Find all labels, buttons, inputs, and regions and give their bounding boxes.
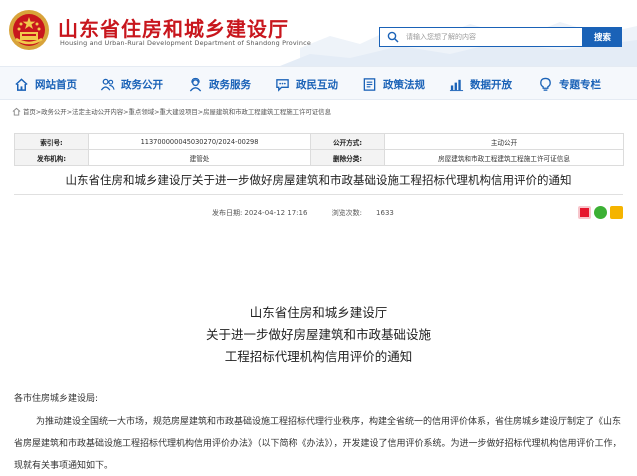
doc-heading-org: 山东省住房和城乡建设厅: [249, 305, 388, 320]
date-value: 2024-04-12 17:16: [244, 209, 308, 217]
public-method-label: 公开方式:: [310, 133, 385, 150]
wechat-share-icon[interactable]: [594, 206, 607, 219]
body-paragraph: 为推动建设全国统一大市场，规范房屋建筑和市政基础设施工程招标代理行业秩序，构建全…: [14, 417, 622, 471]
views-label: 浏览次数:: [331, 209, 363, 217]
nav-item-special[interactable]: 专题专栏: [538, 75, 601, 93]
main-nav: 网站首页 政务公开 政务服务 政民互动 政策法规 数据开放 专题专栏: [0, 66, 637, 100]
nav-item-gov-service[interactable]: 政务服务: [188, 75, 251, 93]
table-row: 发布机构: 建管处 删除分类: 房屋建筑和市政工程建筑工程施工许可证信息: [14, 149, 624, 166]
nav-label: 政务公开: [121, 78, 163, 91]
law-icon: [363, 77, 376, 91]
bulb-icon: [540, 77, 551, 91]
org-label: 发布机构:: [14, 149, 89, 166]
category-value: 房屋建筑和市政工程建筑工程施工许可证信息: [384, 149, 624, 166]
document-meta-table: 索引号: 11370000004503027​0/2024-00298 公开方式…: [14, 133, 624, 166]
index-label: 索引号:: [14, 133, 89, 150]
nav-label: 政民互动: [296, 78, 338, 91]
search-icon: [387, 31, 399, 43]
nav-label: 政务服务: [209, 78, 251, 91]
search-box: [379, 27, 583, 47]
public-method-value: 主动公开: [384, 133, 624, 150]
weibo-share-icon[interactable]: [578, 206, 591, 219]
org-value: 建管处: [88, 149, 311, 166]
national-emblem-icon: [9, 10, 49, 50]
nav-label: 数据开放: [470, 78, 512, 91]
nav-item-policy[interactable]: 政策法规: [362, 75, 425, 93]
table-row: 索引号: 11370000004503027​0/2024-00298 公开方式…: [14, 133, 624, 150]
home-icon: [12, 107, 21, 116]
service-icon: [189, 77, 202, 91]
doc-heading-line3: 工程招标代理机构信用评价的通知: [224, 349, 413, 364]
nav-label: 网站首页: [35, 78, 77, 91]
breadcrumb-text[interactable]: 首页>政务公开>法定主动公开内容>重点领域>重大建设项目>房屋建筑和市政工程建筑…: [23, 107, 331, 116]
index-value: 11370000004503027​0/2024-00298: [88, 133, 311, 150]
data-icon: [449, 79, 464, 91]
nav-item-home[interactable]: 网站首页: [14, 75, 77, 93]
people-icon: [100, 78, 115, 91]
qzone-share-icon[interactable]: [610, 206, 623, 219]
publish-info: 发布日期: 2024-04-12 17:16 浏览次数: 1633: [212, 208, 396, 218]
views-value: 1633: [376, 209, 394, 217]
share-buttons: [578, 206, 623, 219]
salutation: 各市住房城乡建设局:: [14, 394, 99, 404]
nav-label: 专题专栏: [559, 78, 601, 91]
nav-item-gov-affairs[interactable]: 政务公开: [100, 75, 163, 93]
category-label: 删除分类:: [310, 149, 385, 166]
article-title: 山东省住房和城乡建设厅关于进一步做好房屋建筑和市政基础设施工程招标代理机构信用评…: [65, 173, 572, 187]
title-divider: [14, 194, 623, 195]
date-label: 发布日期:: [212, 209, 243, 217]
doc-heading-line2: 关于进一步做好房屋建筑和市政基础设施: [205, 327, 431, 342]
site-header: 山东省住房和城乡建设厅 Housing and Urban-Rural Deve…: [0, 0, 637, 66]
nav-label: 政策法规: [383, 78, 425, 91]
chat-icon: [276, 78, 289, 92]
site-title[interactable]: 山东省住房和城乡建设厅: [58, 13, 289, 42]
nav-item-data-open[interactable]: 数据开放: [449, 75, 512, 93]
search-input[interactable]: [406, 29, 576, 45]
nav-item-interaction[interactable]: 政民互动: [275, 75, 338, 93]
home-icon: [15, 77, 28, 91]
search-button[interactable]: 搜索: [583, 27, 622, 47]
site-subtitle: Housing and Urban-Rural Development Depa…: [60, 39, 311, 47]
breadcrumb: 首页>政务公开>法定主动公开内容>重点领域>重大建设项目>房屋建筑和市政工程建筑…: [12, 104, 331, 118]
